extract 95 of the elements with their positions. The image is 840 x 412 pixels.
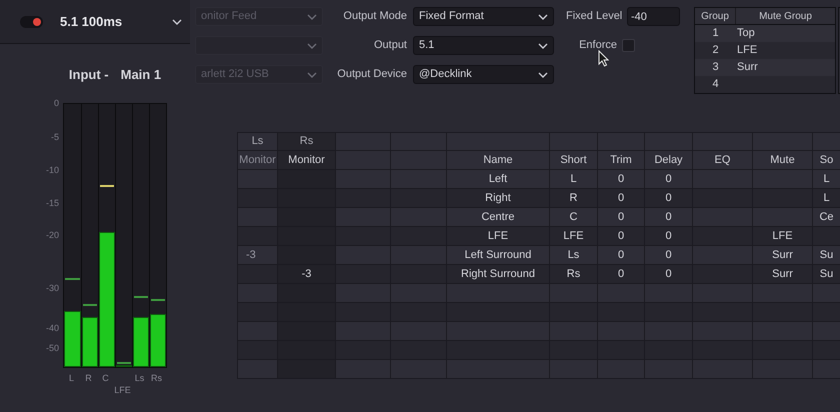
- column-header: Monitor: [278, 151, 336, 170]
- table-cell: C: [550, 208, 598, 227]
- chevron-icon: [307, 72, 317, 78]
- channel-label: L: [68, 372, 75, 384]
- column-header: So: [813, 151, 840, 170]
- table-cell-text: LFE: [736, 43, 758, 58]
- scale-label: -40: [46, 322, 59, 333]
- field-label: Enforce: [578, 38, 617, 54]
- table-cell-text: 1: [711, 26, 720, 41]
- table-cell: Su: [813, 246, 840, 265]
- column-header: Group: [695, 8, 736, 24]
- table-cell: -3: [238, 246, 278, 265]
- meter-source: Main 1: [120, 68, 162, 82]
- table-cell: Right: [447, 189, 550, 208]
- enforce-checkbox[interactable]: [622, 39, 635, 52]
- column-header: Trim: [598, 151, 645, 170]
- meter-title: Input -: [68, 68, 109, 82]
- table-cell: Centre: [447, 208, 550, 227]
- scale-label: -20: [46, 230, 59, 240]
- column-header: Rs: [278, 133, 336, 151]
- scale-label: -10: [46, 165, 59, 176]
- column-header: Ls: [238, 133, 278, 151]
- preset-title: 5.1 100ms: [60, 12, 122, 31]
- table-cell: LFE: [550, 227, 598, 246]
- table-cell: 0: [598, 246, 645, 265]
- table-cell: R: [550, 189, 598, 208]
- table-cell: 0: [645, 189, 693, 208]
- table-cell: Surr: [753, 265, 813, 284]
- field-label: Output Mode: [342, 9, 407, 24]
- toggle-switch[interactable]: [20, 16, 43, 28]
- scale-label: 0: [54, 98, 59, 108]
- channel-label: Ls: [134, 372, 146, 384]
- mute-group-row[interactable]: 1 Top: [695, 25, 835, 42]
- table-cell: Rs: [550, 265, 598, 284]
- channel-label: C: [101, 372, 110, 384]
- column-header: Short: [550, 151, 598, 170]
- table-cell: 0: [598, 170, 645, 189]
- chevron-icon: [538, 42, 548, 48]
- table-cell: 0: [598, 208, 645, 227]
- scale-label: -15: [46, 198, 59, 208]
- column-header: Name: [447, 151, 550, 170]
- mute-group-row[interactable]: 4: [695, 76, 835, 93]
- mute-group-row[interactable]: 2 LFE: [695, 42, 835, 59]
- table-cell: L: [813, 170, 840, 189]
- table-cell: Ce: [813, 208, 840, 227]
- table-cell-text: Surr: [736, 60, 758, 75]
- table-cell: Su: [813, 265, 840, 284]
- table-cell: L: [813, 189, 840, 208]
- field-label: Output: [372, 38, 407, 54]
- mute-group-row[interactable]: 3 Surr: [695, 59, 835, 76]
- table-cell: Left Surround: [447, 246, 550, 265]
- table-cell: LFE: [753, 227, 813, 246]
- table-cell: L: [550, 170, 598, 189]
- table-cell-text: 4: [711, 77, 720, 92]
- column-header: Mute Group: [758, 10, 813, 24]
- chevron-icon: [172, 18, 182, 24]
- table-cell-text: 2: [711, 43, 720, 58]
- dropdown[interactable]: 5.1: [413, 36, 554, 55]
- channel-label: LFE: [114, 384, 131, 396]
- column-header: EQ: [693, 151, 753, 170]
- fixed-level-field[interactable]: -40: [627, 7, 680, 26]
- table-cell: Surr: [753, 246, 813, 265]
- table-cell: 0: [645, 208, 693, 227]
- dropdown[interactable]: [195, 36, 323, 55]
- table-cell: 0: [645, 265, 693, 284]
- column-header: Delay: [645, 151, 693, 170]
- table-cell-text: Top: [736, 26, 755, 41]
- channel-label: Rs: [150, 372, 163, 384]
- scale-label: -50: [46, 343, 59, 354]
- scale-label: -5: [50, 132, 59, 142]
- table-cell: 0: [645, 246, 693, 265]
- chevron-icon: [538, 14, 548, 20]
- table-cell: 0: [598, 189, 645, 208]
- table-cell: LFE: [447, 227, 550, 246]
- chevron-icon: [307, 14, 317, 20]
- table-cell: Ls: [550, 246, 598, 265]
- chevron-icon: [538, 72, 548, 78]
- table-cell: 0: [598, 227, 645, 246]
- table-cell: Left: [447, 170, 550, 189]
- scale-label: -30: [46, 282, 59, 293]
- column-header: Mute: [753, 151, 813, 170]
- chevron-icon: [307, 42, 317, 48]
- table-cell: 0: [645, 170, 693, 189]
- field-label: Output Device: [336, 67, 407, 82]
- table-cell: 0: [598, 265, 645, 284]
- table-cell: 0: [645, 227, 693, 246]
- column-header: Monitor: [238, 151, 278, 170]
- dropdown[interactable]: Fixed Format: [413, 7, 554, 26]
- field-label: Fixed Level: [566, 9, 622, 24]
- table-cell: Right Surround: [447, 265, 550, 284]
- mouse-cursor-icon: [598, 50, 609, 67]
- channel-label: R: [84, 372, 93, 384]
- table-cell-text: 3: [711, 60, 720, 75]
- table-cell: -3: [278, 265, 336, 284]
- dropdown[interactable]: @Decklink: [413, 65, 554, 84]
